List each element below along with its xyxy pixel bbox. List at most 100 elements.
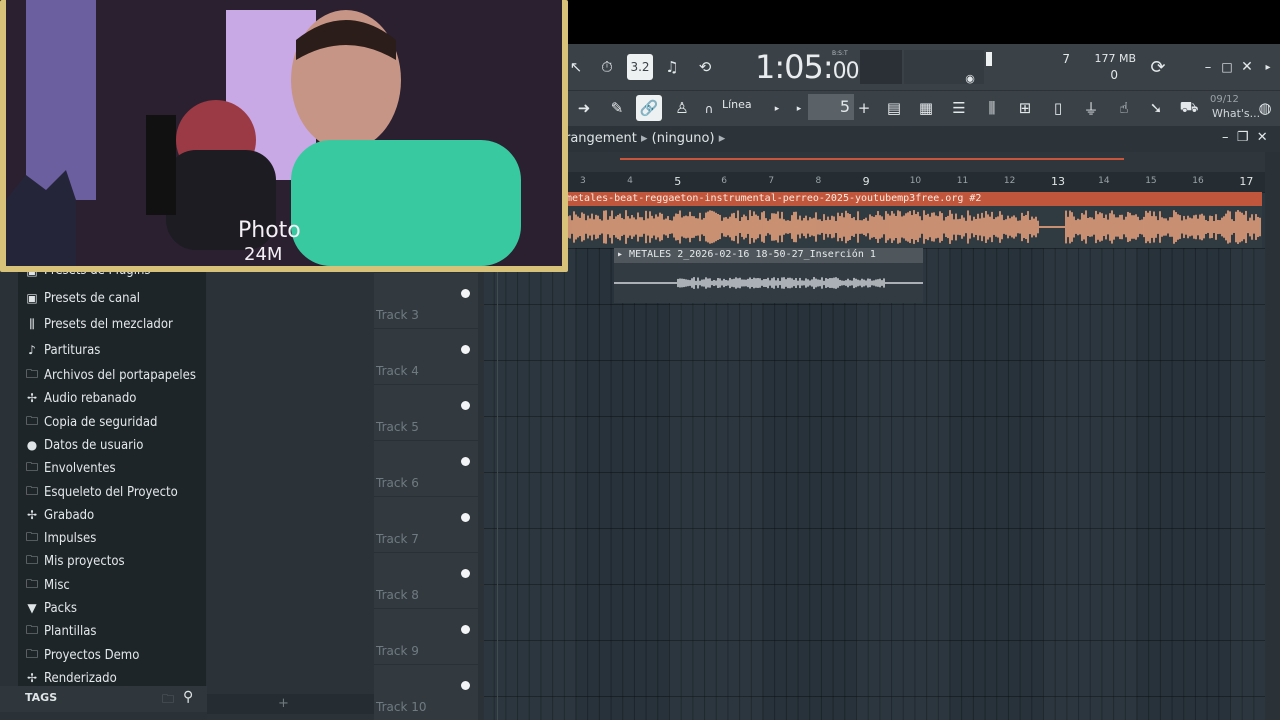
step-left-arrow-icon[interactable]: ▸	[792, 96, 806, 122]
window-controls: – ❐ ✕	[1222, 130, 1268, 145]
browser-item[interactable]: ✢ Audio rebanado	[24, 387, 136, 409]
browser-item-label: Partituras	[44, 342, 101, 358]
pattern-selector[interactable]: (ninguno)	[652, 131, 715, 146]
export-icon[interactable]: ➘	[1143, 95, 1169, 121]
link-icon[interactable]: 🔗	[636, 95, 662, 121]
eye-icon[interactable]: ◉	[960, 68, 980, 88]
webcam-overlay-text: Photo	[238, 218, 301, 243]
piano-roll-icon[interactable]: ▦	[913, 95, 939, 121]
audio-clip-waveform[interactable]	[560, 206, 1262, 248]
browser-item[interactable]: 🗀 Envolventes	[24, 457, 116, 479]
ruler-tick: 10	[909, 176, 922, 186]
track-enable-led[interactable]	[461, 569, 470, 578]
cart-icon[interactable]: ⛟	[1176, 95, 1202, 121]
track-header[interactable]: Track 8	[374, 552, 478, 608]
news-link[interactable]: What's...	[1212, 107, 1260, 120]
restore-icon[interactable]: ❐	[1237, 130, 1249, 145]
browser-item[interactable]: 🗀 Impulses	[24, 527, 96, 549]
cpu-value: 7	[1062, 52, 1070, 66]
playlist-icon[interactable]: ▤	[881, 95, 907, 121]
recorded-clip-waveform[interactable]	[614, 263, 923, 303]
vertical-scrollbar[interactable]	[1265, 152, 1280, 720]
globe-icon[interactable]: ◍	[1254, 95, 1276, 121]
browser-tree-icon[interactable]: ⊞	[1012, 95, 1038, 121]
browser-item-label: Presets del mezclador	[44, 316, 173, 332]
minimize-icon[interactable]: –	[1222, 130, 1229, 145]
browser-item[interactable]: ⫼ Presets del mezclador	[24, 313, 173, 335]
loop-record-icon[interactable]: ⟲	[692, 54, 718, 80]
backup-folder-icon: 🗀	[25, 413, 38, 428]
track-header[interactable]: Track 6	[374, 440, 478, 496]
track-header[interactable]: Track 7	[374, 496, 478, 552]
search-icon[interactable]: ⚲	[183, 689, 193, 705]
browser-item[interactable]: 🗀 Copia de seguridad	[24, 411, 157, 433]
add-icon[interactable]: +	[278, 696, 289, 711]
audio-clip-label: metales-beat-reggaeton-instrumental-perr…	[566, 193, 982, 204]
track-enable-led[interactable]	[461, 625, 470, 634]
folder-icon: 🗀	[25, 483, 38, 498]
arrangement-label[interactable]: rangement	[565, 131, 637, 146]
track-header[interactable]: Track 4	[374, 328, 478, 384]
channel-rack-icon[interactable]: ☰	[946, 95, 972, 121]
folder-icon: 🗀	[25, 622, 38, 637]
browser-item[interactable]: ● Datos de usuario	[24, 434, 144, 456]
close-icon[interactable]: ✕	[1257, 130, 1268, 145]
step-value[interactable]: 5	[808, 94, 854, 120]
folder-icon[interactable]: 🗀	[162, 690, 174, 711]
arrow-right-icon[interactable]: ➜	[571, 95, 597, 121]
track-header[interactable]: Track 9	[374, 608, 478, 664]
memory-usage: 177 MB	[1094, 52, 1136, 65]
track-enable-led[interactable]	[461, 681, 470, 690]
browser-item-label: Proyectos Demo	[44, 647, 140, 663]
menu-arrow-icon[interactable]: ▸	[1260, 54, 1276, 80]
plus-icon[interactable]: +	[856, 95, 872, 121]
magnet-icon[interactable]: ∩	[700, 96, 718, 122]
browser-item-label: Esqueleto del Proyecto	[44, 484, 178, 500]
track-enable-led[interactable]	[461, 401, 470, 410]
overview-bar[interactable]	[560, 152, 1280, 172]
track-header[interactable]: Track 10	[374, 664, 478, 720]
mixer-icon[interactable]: ⫼	[979, 95, 1005, 121]
channel-preset-icon: ▣	[26, 291, 38, 305]
browser-item[interactable]: 🗀 Proyectos Demo	[24, 644, 139, 666]
track-name: Track 3	[376, 308, 419, 322]
tags-label[interactable]: TAGS	[25, 691, 57, 704]
track-name: Track 8	[376, 588, 419, 602]
webcam-overlay: Photo 24M	[0, 0, 568, 272]
close-icon[interactable]: ✕	[1234, 54, 1260, 80]
track-enable-led[interactable]	[461, 513, 470, 522]
browser-item[interactable]: 🗀 Misc	[24, 574, 70, 596]
undo-history-icon[interactable]: ⟳	[1145, 54, 1171, 80]
track-name: Track 6	[376, 476, 419, 490]
browser-item[interactable]: 🗀 Plantillas	[24, 620, 97, 642]
track-enable-led[interactable]	[461, 289, 470, 298]
browser-item-label: Presets de canal	[44, 290, 140, 306]
step-edit-icon[interactable]: ♫	[659, 54, 685, 80]
browser-item[interactable]: ♪ Partituras	[24, 339, 100, 361]
snap-selector[interactable]: Línea	[722, 98, 752, 111]
touch-controller-icon[interactable]: ☝	[1111, 95, 1137, 121]
browser-item[interactable]: ✢ Grabado	[24, 504, 94, 526]
ruler-tick: 16	[1192, 176, 1204, 186]
track-header[interactable]: Track 3	[374, 272, 478, 328]
metronome-icon[interactable]: ⏱	[594, 54, 620, 80]
track-enable-led[interactable]	[461, 457, 470, 466]
ruler-tick: 4	[627, 176, 633, 186]
ruler-tick: 17	[1239, 175, 1254, 188]
playlist-title: rangement ▸ (ninguno) ▸	[565, 131, 726, 146]
browser-item[interactable]: 🗀 Archivos del portapapeles	[24, 364, 196, 386]
typing-keyboard-icon[interactable]: 3.2	[627, 54, 653, 80]
pencil-icon[interactable]: ✎	[604, 95, 630, 121]
browser-item-label: Archivos del portapapeles	[44, 367, 196, 383]
ruler-tick: 5	[674, 175, 682, 188]
project-file-icon[interactable]: ▯	[1045, 95, 1071, 121]
browser-item[interactable]: ▣ Presets de canal	[24, 287, 140, 309]
stamp-icon[interactable]: ♙	[669, 95, 695, 121]
track-enable-led[interactable]	[461, 345, 470, 354]
browser-item[interactable]: 🗀 Esqueleto del Proyecto	[24, 481, 178, 503]
browser-item[interactable]: ▼ Packs	[24, 597, 77, 619]
plugin-icon[interactable]: ⏚	[1078, 95, 1104, 121]
snap-arrow-icon[interactable]: ▸	[770, 96, 784, 122]
browser-item[interactable]: 🗀 Mis proyectos	[24, 550, 125, 572]
track-header[interactable]: Track 5	[374, 384, 478, 440]
